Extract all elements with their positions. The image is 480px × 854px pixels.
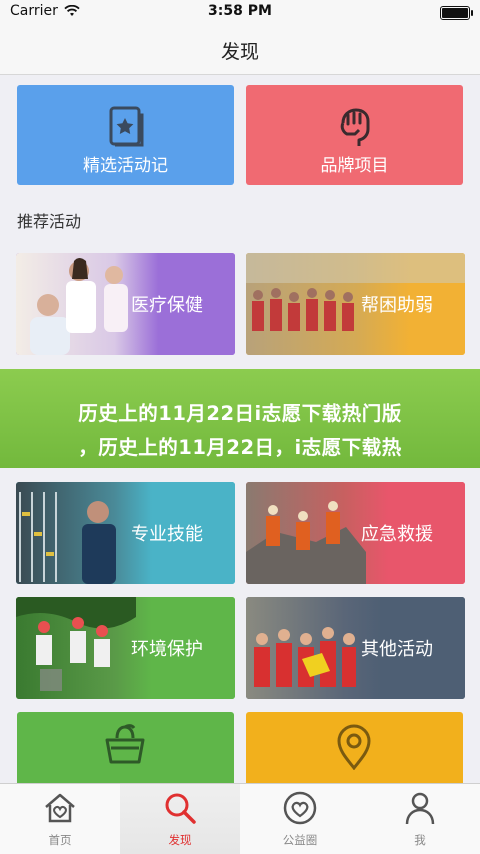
status-bar: Carrier 3:58 PM bbox=[0, 0, 480, 24]
activity-healthcare[interactable]: 医疗保健 bbox=[16, 253, 235, 355]
activity-emergency-rescue-label: 应急救援 bbox=[361, 524, 433, 545]
tab-me[interactable]: 我 bbox=[360, 784, 480, 854]
heart-circle-icon bbox=[283, 791, 317, 825]
person-icon bbox=[405, 792, 435, 825]
activity-professional-skills-label: 专业技能 bbox=[131, 524, 203, 545]
tab-home-label: 首页 bbox=[48, 833, 72, 847]
raised-fist-icon bbox=[340, 108, 369, 146]
location-pin-icon bbox=[337, 724, 371, 770]
title-banner: 历史上的11月22日i志愿下载热门版 ，历史上的11月22日，i志愿下载热 bbox=[0, 369, 480, 468]
tab-charity-circle-label: 公益圈 bbox=[282, 833, 318, 847]
brand-projects-card[interactable]: 品牌项目 bbox=[246, 85, 463, 185]
tab-home[interactable]: 首页 bbox=[0, 784, 120, 854]
tab-bar: 首页 发现 公益圈 我 bbox=[0, 783, 480, 854]
search-icon bbox=[165, 793, 196, 824]
battery-icon bbox=[440, 6, 473, 20]
activity-environmental-protection[interactable]: 环境保护 bbox=[16, 597, 235, 699]
featured-activities-label: 精选活动记 bbox=[83, 156, 168, 176]
bookmark-star-icon bbox=[109, 106, 143, 147]
activity-other-label: 其他活动 bbox=[361, 639, 433, 660]
basket-icon bbox=[105, 724, 145, 764]
activity-tile-partial-right[interactable] bbox=[246, 712, 463, 783]
home-heart-icon bbox=[45, 793, 75, 823]
activity-healthcare-label: 医疗保健 bbox=[131, 295, 203, 316]
activity-emergency-rescue[interactable]: 应急救援 bbox=[246, 482, 465, 584]
activity-professional-skills[interactable]: 专业技能 bbox=[16, 482, 235, 584]
activity-other[interactable]: 其他活动 bbox=[246, 597, 465, 699]
section-title-recommended: 推荐活动 bbox=[17, 212, 82, 231]
tab-discover[interactable]: 发现 bbox=[120, 784, 240, 854]
banner-line-1: 历史上的11月22日i志愿下载热门版 bbox=[78, 402, 402, 425]
activity-poverty-aid[interactable]: 帮困助弱 bbox=[246, 253, 465, 355]
tab-me-label: 我 bbox=[414, 833, 426, 847]
activity-poverty-aid-label: 帮困助弱 bbox=[361, 295, 433, 316]
page-title: 发现 bbox=[220, 41, 259, 63]
tab-discover-label: 发现 bbox=[168, 833, 192, 847]
status-time: 3:58 PM bbox=[208, 3, 272, 19]
brand-projects-label: 品牌项目 bbox=[320, 156, 389, 176]
navigation-bar: 发现 bbox=[0, 24, 480, 75]
tab-charity-circle[interactable]: 公益圈 bbox=[240, 784, 360, 854]
banner-line-2: ，历史上的11月22日，i志愿下载热 bbox=[78, 436, 402, 459]
featured-activities-card[interactable]: 精选活动记 bbox=[17, 85, 234, 185]
activity-tile-partial-left[interactable] bbox=[17, 712, 234, 783]
activity-environmental-protection-label: 环境保护 bbox=[131, 639, 203, 660]
